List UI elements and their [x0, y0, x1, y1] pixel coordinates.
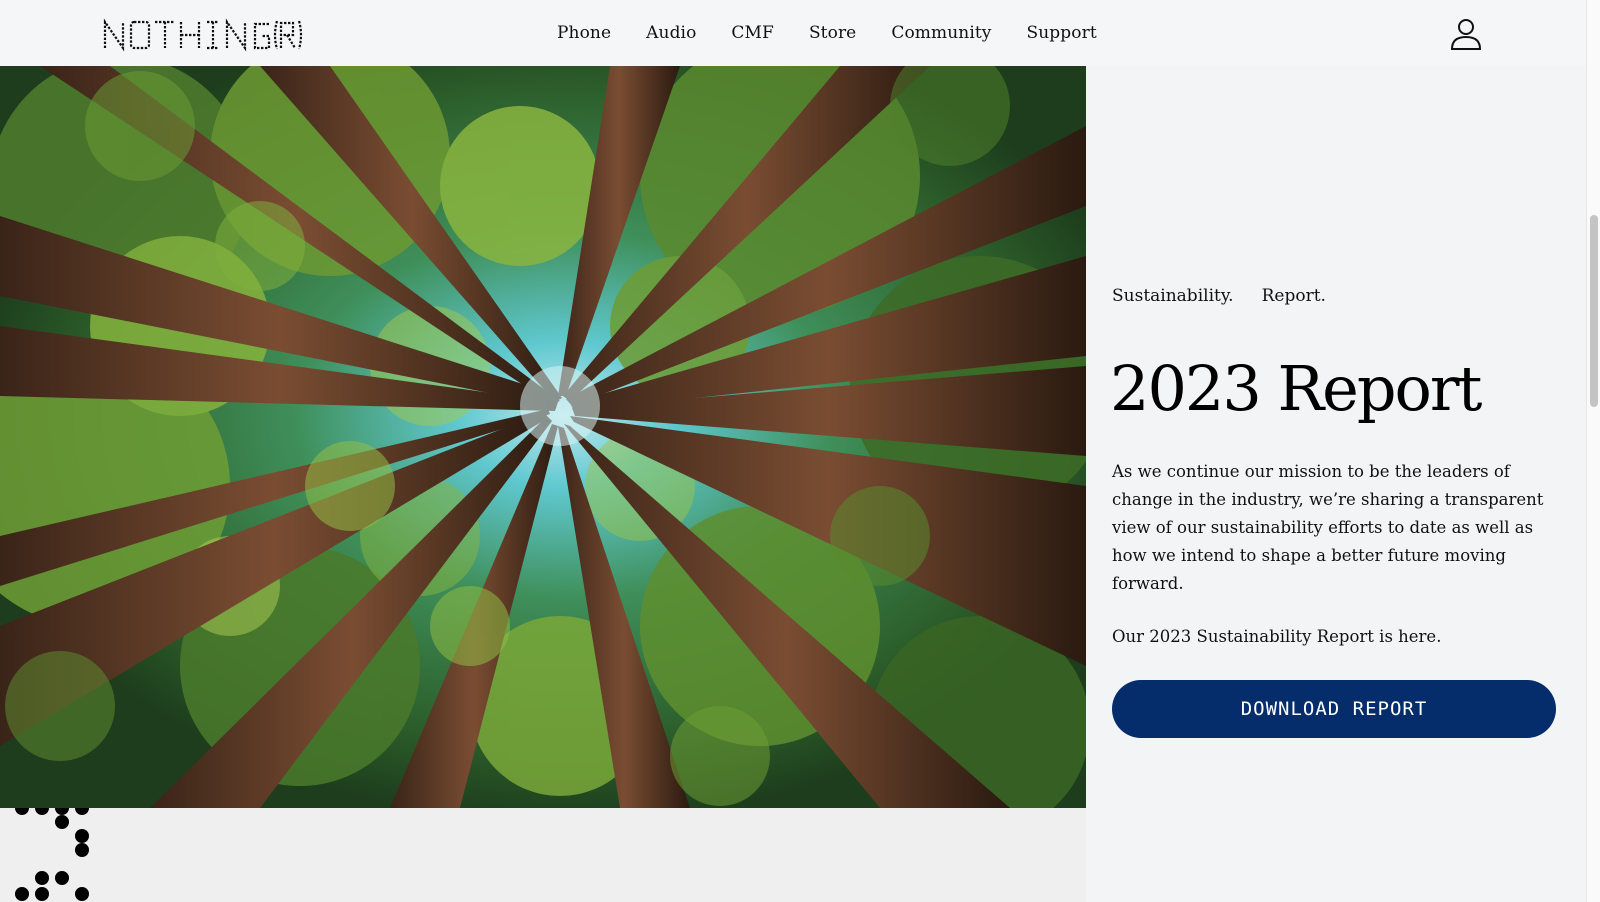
- dot-matrix-glyph-icon: [15, 808, 89, 901]
- nav-community[interactable]: Community: [891, 23, 991, 43]
- bottom-section: [0, 808, 1086, 902]
- hero-image: [0, 66, 1086, 808]
- kicker-labels: Sustainability. Report.: [1112, 286, 1354, 306]
- kicker-sustainability: Sustainability.: [1112, 286, 1234, 306]
- main-nav: Phone Audio CMF Store Community Support: [557, 0, 1132, 66]
- nothing-logo[interactable]: [103, 18, 303, 52]
- download-report-button[interactable]: DOWNLOAD REPORT: [1112, 680, 1556, 738]
- kicker-report: Report.: [1261, 286, 1326, 306]
- page-title: 2023 Report: [1110, 352, 1482, 425]
- nav-audio[interactable]: Audio: [646, 23, 696, 43]
- page-scrollbar[interactable]: [1586, 0, 1600, 902]
- nav-store[interactable]: Store: [809, 23, 856, 43]
- nav-phone[interactable]: Phone: [557, 23, 611, 43]
- nav-support[interactable]: Support: [1027, 23, 1097, 43]
- user-account-icon[interactable]: [1449, 17, 1483, 51]
- scrollbar-thumb[interactable]: [1590, 215, 1598, 407]
- report-description: As we continue our mission to be the lea…: [1112, 462, 1544, 593]
- report-note: Our 2023 Sustainability Report is here.: [1112, 627, 1442, 646]
- nav-cmf[interactable]: CMF: [731, 23, 774, 43]
- forest-canopy-image: [0, 66, 1086, 808]
- report-panel: Sustainability. Report. 2023 Report As w…: [1086, 66, 1586, 902]
- site-header: Phone Audio CMF Store Community Support: [0, 0, 1586, 66]
